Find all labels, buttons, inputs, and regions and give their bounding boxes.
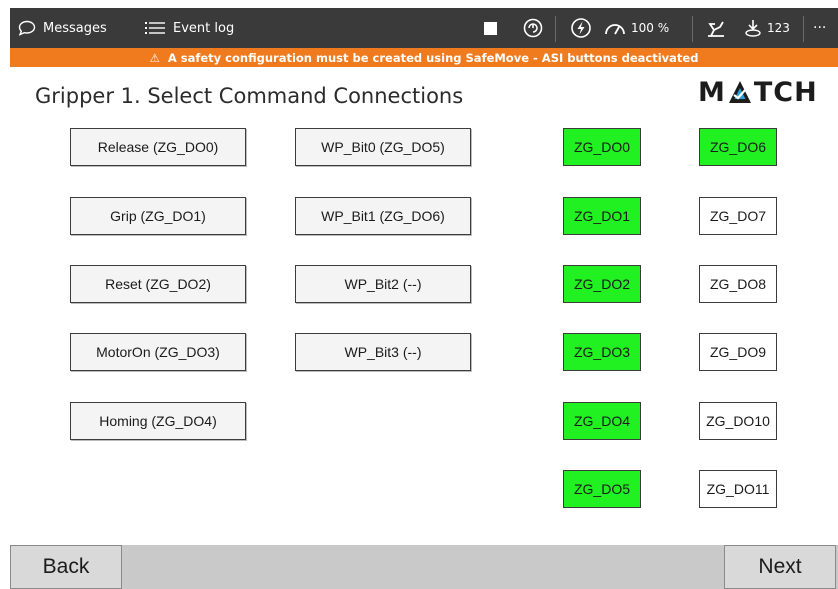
cmd-release-button[interactable]: Release (ZG_DO0) [70,128,246,166]
stop-icon[interactable] [484,8,497,48]
output-do3-toggle[interactable]: ZG_DO3 [563,333,641,371]
flexpendant-screen: Messages Event log 100 % 123 ··· ⚠ A saf… [0,0,838,589]
tool-value: 123 [767,21,790,35]
cmd-wp-bit1-button[interactable]: WP_Bit1 (ZG_DO6) [295,197,471,235]
speedometer-icon [604,20,626,36]
output-do8-toggle[interactable]: ZG_DO8 [699,265,777,303]
bottom-nav-bar: Back Next [10,545,838,589]
logo-a-mark-icon [727,79,753,105]
cmd-wp-bit2-button[interactable]: WP_Bit2 (--) [295,265,471,303]
tool-icon [743,18,763,38]
cmd-reset-button[interactable]: Reset (ZG_DO2) [70,265,246,303]
cmd-grip-button[interactable]: Grip (ZG_DO1) [70,197,246,235]
output-do0-toggle[interactable]: ZG_DO0 [563,128,641,166]
more-icon: ··· [813,20,827,36]
output-do4-toggle[interactable]: ZG_DO4 [563,402,641,440]
page-title: Gripper 1. Select Command Connections [35,84,464,108]
speed-value: 100 % [631,21,670,35]
run-mode-icon[interactable] [522,8,544,48]
logo-text-end: TCH [753,76,818,108]
left-margin [0,0,10,589]
speed-button[interactable]: 100 % [604,8,669,48]
cmd-motoron-button[interactable]: MotorOn (ZG_DO3) [70,333,246,371]
more-menu-button[interactable]: ··· [813,8,826,48]
warning-text: A safety configuration must be created u… [167,50,699,65]
cmd-homing-button[interactable]: Homing (ZG_DO4) [70,402,246,440]
tool-button[interactable]: 123 [743,8,790,48]
logo-text-start: M [698,76,726,108]
separator [692,16,693,42]
warning-icon: ⚠ [149,50,160,65]
next-button[interactable]: Next [724,545,836,589]
output-do5-toggle[interactable]: ZG_DO5 [563,470,641,508]
separator [555,16,556,42]
output-do2-toggle[interactable]: ZG_DO2 [563,265,641,303]
main-content: Gripper 1. Select Command Connections M … [10,67,838,545]
chat-bubble-icon [18,20,36,36]
output-do7-toggle[interactable]: ZG_DO7 [699,197,777,235]
match-logo: M TCH [698,76,826,108]
list-icon [145,21,165,35]
output-do11-toggle[interactable]: ZG_DO11 [699,470,777,508]
output-do1-toggle[interactable]: ZG_DO1 [563,197,641,235]
cmd-wp-bit0-button[interactable]: WP_Bit0 (ZG_DO5) [295,128,471,166]
event-log-label: Event log [173,20,235,36]
back-button[interactable]: Back [10,545,122,589]
motors-on-icon[interactable] [570,8,592,48]
safety-warning-banner: ⚠ A safety configuration must be created… [10,48,838,67]
messages-button[interactable]: Messages [18,8,107,48]
cmd-wp-bit3-button[interactable]: WP_Bit3 (--) [295,333,471,371]
messages-label: Messages [43,20,107,36]
separator [803,16,804,42]
output-do6-toggle[interactable]: ZG_DO6 [699,128,777,166]
top-status-bar: Messages Event log 100 % 123 ··· [10,8,838,48]
jog-mode-icon[interactable] [705,8,727,48]
output-do9-toggle[interactable]: ZG_DO9 [699,333,777,371]
output-do10-toggle[interactable]: ZG_DO10 [699,402,777,440]
event-log-button[interactable]: Event log [145,8,234,48]
